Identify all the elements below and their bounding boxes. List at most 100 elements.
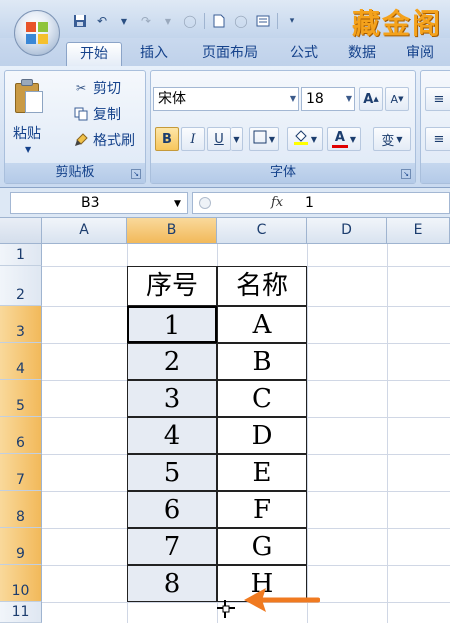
row-header-1[interactable]: 1 bbox=[0, 244, 42, 266]
row-header-4[interactable]: 4 bbox=[0, 343, 42, 380]
column-header-b[interactable]: B bbox=[127, 218, 217, 244]
scissors-icon: ✂ bbox=[75, 81, 87, 95]
bold-button[interactable]: B bbox=[155, 127, 179, 151]
table-cell-c6[interactable]: D bbox=[217, 417, 307, 454]
row-header-6[interactable]: 6 bbox=[0, 417, 42, 454]
grow-font-button[interactable]: A ▲ bbox=[359, 87, 383, 111]
font-color-icon: A bbox=[334, 129, 345, 145]
align-left-button[interactable]: ≡ bbox=[425, 127, 450, 151]
phonetic-guide-button[interactable]: 变 ▼ bbox=[373, 127, 411, 151]
table-cell-c9[interactable]: G bbox=[217, 528, 307, 565]
row-header-9[interactable]: 9 bbox=[0, 528, 42, 565]
refresh-icon[interactable]: ◯ bbox=[182, 13, 198, 29]
watermark-logo: 藏金阁 bbox=[351, 7, 442, 40]
shrink-font-button[interactable]: A ▼ bbox=[385, 87, 409, 111]
font-group-label: 字体 bbox=[151, 163, 415, 183]
row-header-7[interactable]: 7 bbox=[0, 454, 42, 491]
alignment-group-label bbox=[421, 163, 450, 183]
row-header-10[interactable]: 10 bbox=[0, 565, 42, 602]
redo-dropdown-icon[interactable]: ▼ bbox=[160, 13, 176, 29]
form-icon[interactable] bbox=[255, 13, 271, 29]
font-size-select[interactable]: 18 ▼ bbox=[301, 87, 355, 111]
tab-home[interactable]: 开始 bbox=[66, 42, 122, 66]
header-cell-name[interactable]: 名称 bbox=[217, 266, 307, 306]
column-header-a[interactable]: A bbox=[42, 218, 127, 244]
row-header-5[interactable]: 5 bbox=[0, 380, 42, 417]
gridline bbox=[387, 244, 388, 623]
border-button[interactable]: ▼ bbox=[249, 127, 279, 151]
table-cell-b10[interactable]: 8 bbox=[127, 565, 217, 602]
name-box-dropdown-icon[interactable]: ▼ bbox=[174, 199, 181, 209]
header-cell-index[interactable]: 序号 bbox=[127, 266, 217, 306]
table-cell-c5[interactable]: C bbox=[217, 380, 307, 417]
table-cell-c8[interactable]: F bbox=[217, 491, 307, 528]
gridline bbox=[307, 244, 308, 623]
customize-qat-icon[interactable]: ▾ bbox=[284, 13, 300, 29]
font-color-button[interactable]: A ▼ bbox=[327, 127, 361, 151]
office-logo-icon bbox=[26, 22, 48, 44]
table-cell-b7[interactable]: 5 bbox=[127, 454, 217, 491]
row-header-3[interactable]: 3 bbox=[0, 306, 42, 343]
annotation-arrow-icon bbox=[244, 588, 320, 612]
font-name-select[interactable]: 宋体 ▼ bbox=[153, 87, 299, 111]
table-cell-b6[interactable]: 4 bbox=[127, 417, 217, 454]
underline-dropdown-icon[interactable]: ▼ bbox=[231, 127, 243, 151]
select-all-button[interactable] bbox=[0, 218, 42, 244]
table-cell-c3[interactable]: A bbox=[217, 306, 307, 343]
fill-handle-cursor-icon[interactable] bbox=[217, 600, 235, 618]
worksheet-grid[interactable]: A B C D E 1 2 3 4 5 6 7 8 9 10 11 序号 名称 … bbox=[0, 218, 450, 623]
table-cell-b5[interactable]: 3 bbox=[127, 380, 217, 417]
title-bar: ↶ ▼ ↷ ▼ ◯ ◯ ▾ 藏金阁 bbox=[0, 0, 450, 40]
new-document-icon[interactable] bbox=[211, 13, 227, 29]
tab-data[interactable]: 数据 bbox=[338, 42, 386, 66]
qat-separator bbox=[204, 13, 205, 29]
font-dialog-launcher-icon[interactable]: ↘ bbox=[401, 169, 411, 179]
border-icon bbox=[253, 130, 267, 148]
table-cell-c4[interactable]: B bbox=[217, 343, 307, 380]
undo-dropdown-icon[interactable]: ▼ bbox=[116, 13, 132, 29]
tab-insert[interactable]: 插入 bbox=[130, 42, 178, 66]
alignment-group: ≡ ≡ bbox=[420, 70, 450, 184]
format-painter-button[interactable]: 格式刷 bbox=[73, 129, 135, 151]
copy-button[interactable]: 复制 bbox=[73, 103, 121, 125]
paste-button[interactable]: 粘贴 bbox=[13, 123, 41, 143]
paste-icon[interactable] bbox=[15, 79, 45, 115]
cut-button[interactable]: ✂ 剪切 bbox=[73, 77, 121, 99]
table-cell-b3[interactable]: 1 bbox=[127, 306, 217, 343]
table-cell-b9[interactable]: 7 bbox=[127, 528, 217, 565]
quick-access-toolbar: ↶ ▼ ↷ ▼ ◯ ◯ ▾ bbox=[72, 11, 300, 31]
align-top-button[interactable]: ≡ bbox=[425, 87, 450, 111]
table-cell-b8[interactable]: 6 bbox=[127, 491, 217, 528]
redo-icon[interactable]: ↷ bbox=[138, 13, 154, 29]
formula-input[interactable]: fx 1 bbox=[192, 192, 450, 214]
clipboard-group: 粘贴 ▼ ✂ 剪切 复制 格式刷 剪贴板 ↘ bbox=[4, 70, 146, 184]
font-name-dropdown-icon[interactable]: ▼ bbox=[290, 88, 296, 110]
clipboard-dialog-launcher-icon[interactable]: ↘ bbox=[131, 169, 141, 179]
table-cell-c7[interactable]: E bbox=[217, 454, 307, 491]
column-header-e[interactable]: E bbox=[387, 218, 450, 244]
clipboard-group-label: 剪贴板 bbox=[5, 163, 145, 183]
column-header-d[interactable]: D bbox=[307, 218, 387, 244]
tab-formulas[interactable]: 公式 bbox=[280, 42, 328, 66]
row-header-8[interactable]: 8 bbox=[0, 491, 42, 528]
formula-value: 1 bbox=[305, 195, 314, 211]
underline-button[interactable]: U bbox=[207, 127, 231, 151]
name-box[interactable]: B3 bbox=[10, 192, 188, 214]
font-size-dropdown-icon[interactable]: ▼ bbox=[346, 88, 352, 110]
save-icon[interactable] bbox=[72, 13, 88, 29]
brush-icon bbox=[73, 132, 89, 148]
row-header-2[interactable]: 2 bbox=[0, 266, 42, 306]
column-header-c[interactable]: C bbox=[217, 218, 307, 244]
row-header-11[interactable]: 11 bbox=[0, 602, 42, 623]
table-cell-b4[interactable]: 2 bbox=[127, 343, 217, 380]
paste-dropdown-icon[interactable]: ▼ bbox=[25, 145, 31, 154]
tab-review[interactable]: 审阅 bbox=[396, 42, 444, 66]
circle-icon[interactable]: ◯ bbox=[233, 13, 249, 29]
tab-page-layout[interactable]: 页面布局 bbox=[190, 42, 270, 66]
insert-function-icon[interactable]: fx bbox=[271, 195, 283, 210]
formula-expand-icon[interactable] bbox=[199, 197, 211, 209]
fill-color-button[interactable]: ▼ bbox=[287, 127, 323, 151]
undo-icon[interactable]: ↶ bbox=[94, 13, 110, 29]
office-button[interactable] bbox=[14, 10, 60, 56]
italic-button[interactable]: I bbox=[181, 127, 205, 151]
